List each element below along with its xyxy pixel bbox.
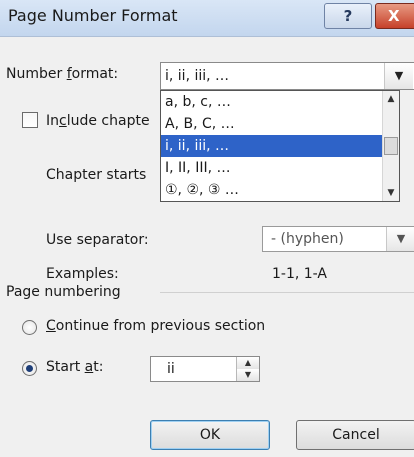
scrollbar-thumb[interactable] <box>384 137 398 155</box>
title-bar[interactable]: Page Number Format ? X <box>0 0 414 37</box>
continue-radio[interactable] <box>22 320 37 335</box>
chevron-down-icon: ▼ <box>394 69 404 82</box>
separator-dropdown-button[interactable]: ▼ <box>386 227 414 251</box>
spinner-down-button[interactable]: ▼ <box>237 369 259 381</box>
scroll-down-arrow-icon[interactable]: ▼ <box>383 185 399 201</box>
ok-button[interactable]: OK <box>150 420 270 450</box>
dropdown-option-selected[interactable]: i, ii, iii, … <box>161 135 383 157</box>
include-chapter-label-pre: In <box>46 113 60 129</box>
chapter-starts-label: Chapter starts <box>46 167 147 183</box>
examples-value: 1-1, 1-A <box>272 266 327 282</box>
arrow-down-icon: ▼ <box>244 370 252 379</box>
include-chapter-label-accel: c <box>59 113 67 129</box>
start-at-radio[interactable] <box>22 361 37 376</box>
page-number-format-dialog: Page Number Format ? X Number format: i,… <box>0 0 414 457</box>
number-format-label: Number format: <box>6 66 118 82</box>
dialog-title: Page Number Format <box>8 6 178 25</box>
dropdown-option[interactable]: A, B, C, … <box>161 113 383 135</box>
include-chapter-checkbox[interactable] <box>22 112 38 128</box>
dropdown-scrollbar[interactable]: ▲ ▼ <box>382 91 399 201</box>
continue-label-accel: C <box>46 318 56 334</box>
dropdown-option[interactable]: ①, ②, ③ … <box>161 179 383 201</box>
start-at-label-post: t: <box>93 359 104 375</box>
continue-label: Continue from previous section <box>46 318 265 334</box>
arrow-up-icon: ▲ <box>244 358 252 367</box>
number-format-label-post: ormat: <box>71 66 119 82</box>
close-button[interactable]: X <box>375 3 414 29</box>
include-chapter-label: Include chapte <box>46 113 150 129</box>
help-button[interactable]: ? <box>324 3 372 29</box>
scroll-up-arrow-icon[interactable]: ▲ <box>383 91 399 107</box>
dropdown-option[interactable]: a, b, c, … <box>161 91 383 113</box>
chevron-down-icon: ▼ <box>396 232 406 245</box>
start-at-value: ii <box>167 361 175 377</box>
spinner-buttons: ▲ ▼ <box>236 357 259 381</box>
number-format-dropdown-list: a, b, c, … A, B, C, … i, ii, iii, … I, I… <box>160 90 400 202</box>
separator-value: - (hyphen) <box>271 231 344 247</box>
dropdown-option[interactable]: I, II, III, … <box>161 157 383 179</box>
number-format-value: i, ii, iii, … <box>165 68 230 84</box>
number-format-combo[interactable]: i, ii, iii, … ▼ <box>160 62 414 90</box>
include-chapter-label-post: lude chapte <box>66 113 150 129</box>
cancel-button[interactable]: Cancel <box>296 420 414 450</box>
number-format-dropdown-button[interactable]: ▼ <box>384 63 413 89</box>
continue-label-post: ontinue from previous section <box>55 318 266 334</box>
start-at-label: Start at: <box>46 359 103 375</box>
group-divider <box>160 292 414 293</box>
page-numbering-heading: Page numbering <box>6 284 121 300</box>
start-at-spinner[interactable]: ii ▲ ▼ <box>150 356 260 382</box>
examples-label: Examples: <box>46 266 119 282</box>
separator-label: Use separator: <box>46 232 149 248</box>
separator-combo[interactable]: - (hyphen) ▼ <box>262 226 414 252</box>
start-at-label-pre: Start <box>46 359 85 375</box>
start-at-label-accel: a <box>84 359 94 375</box>
number-format-label-pre: Number <box>6 66 67 82</box>
